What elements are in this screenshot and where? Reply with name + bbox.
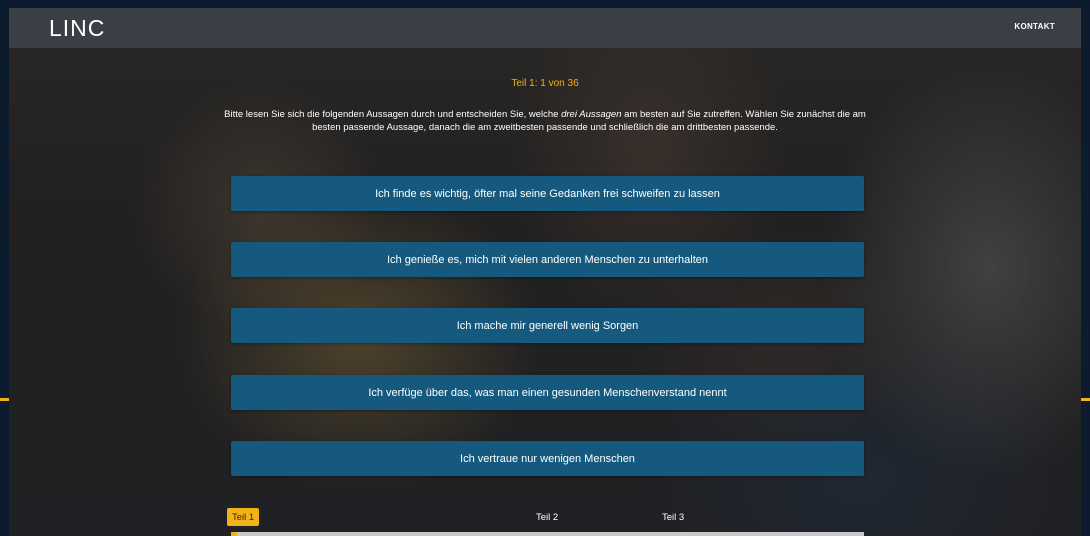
- statement-option-1[interactable]: Ich finde es wichtig, öfter mal seine Ge…: [231, 176, 864, 211]
- nav-link-kontakt[interactable]: KONTAKT: [1014, 22, 1055, 31]
- top-bar: LINC KONTAKT: [9, 8, 1081, 48]
- section-tab-teil-1: Teil 1: [227, 508, 260, 526]
- instructions-part-1: Bitte lesen Sie sich die folgenden Aussa…: [224, 109, 562, 120]
- section-tab-teil-2: Teil 2: [536, 511, 559, 523]
- progress-bar-fill: [231, 532, 237, 536]
- statement-option-3[interactable]: Ich mache mir generell wenig Sorgen: [231, 308, 864, 343]
- statement-option-5[interactable]: Ich vertraue nur wenigen Menschen: [231, 441, 864, 476]
- statement-option-4[interactable]: Ich verfüge über das, was man einen gesu…: [231, 375, 864, 410]
- page: LINC KONTAKT Teil 1: 1 von 36 Bitte lese…: [9, 8, 1081, 536]
- instructions-emphasis: drei Aussagen: [561, 109, 622, 120]
- progress-bar: [231, 532, 864, 536]
- logo[interactable]: LINC: [49, 15, 105, 42]
- question-progress-label: Teil 1: 1 von 36: [511, 78, 579, 89]
- section-tab-teil-3: Teil 3: [662, 511, 685, 523]
- statement-option-2[interactable]: Ich genieße es, mich mit vielen anderen …: [231, 242, 864, 277]
- screen-frame: LINC KONTAKT Teil 1: 1 von 36 Bitte lese…: [0, 0, 1090, 536]
- instructions-text: Bitte lesen Sie sich die folgenden Aussa…: [209, 108, 881, 134]
